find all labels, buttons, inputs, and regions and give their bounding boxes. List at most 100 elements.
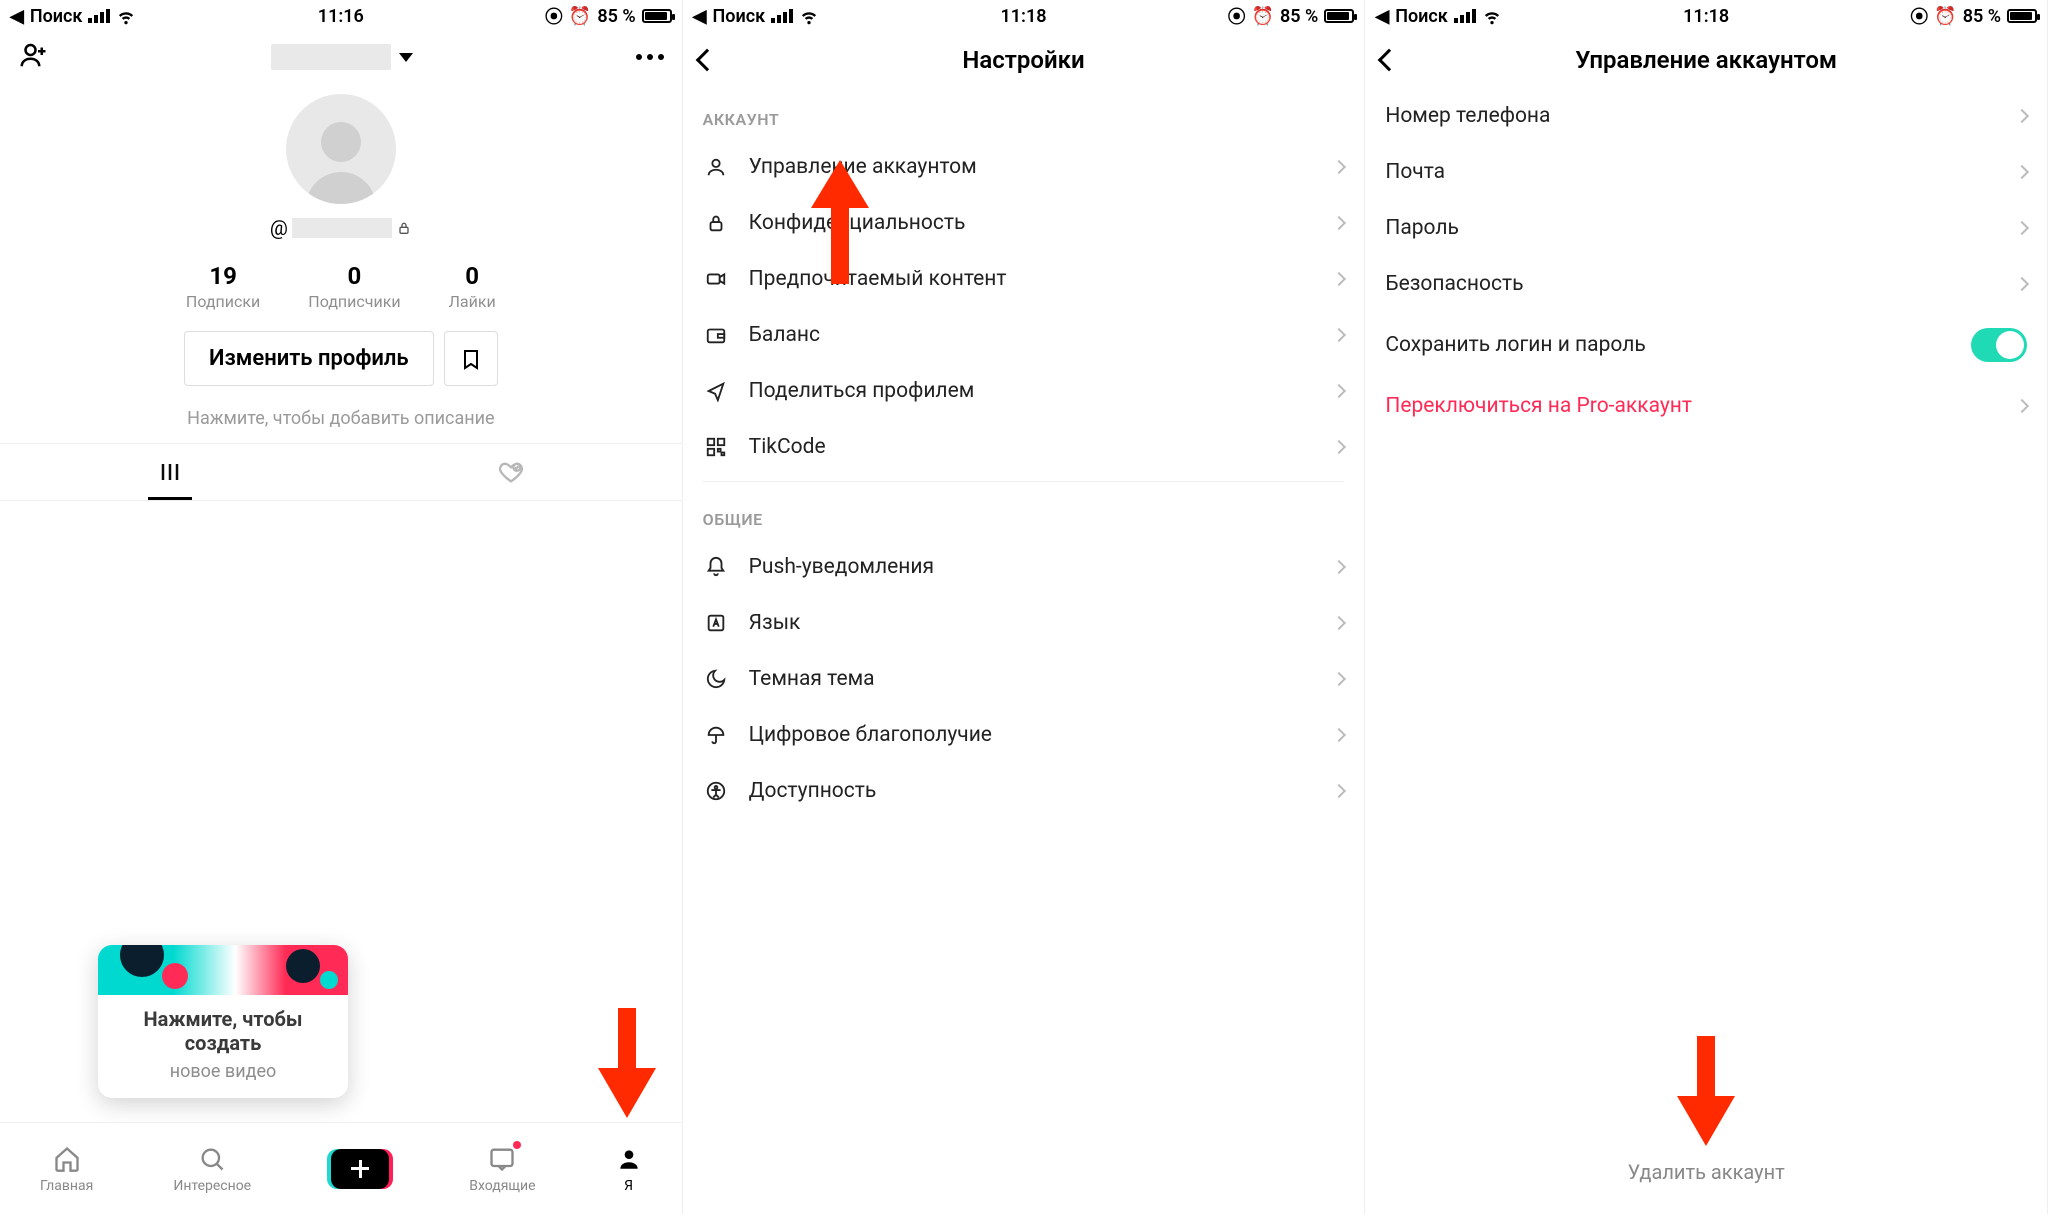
row-label: Почта [1385,160,1997,184]
chevron-right-icon [1332,328,1346,342]
row-privacy[interactable]: Конфиденциальность [683,195,1365,251]
row-label: Цифровое благополучие [749,723,1315,747]
row-content-pref[interactable]: Предпочитаемый контент [683,251,1365,307]
qrcode-icon [703,436,729,458]
tab-discover[interactable]: Интересное [173,1144,251,1194]
row-tikcode[interactable]: TikCode [683,419,1365,475]
row-label: Переключиться на Pro-аккаунт [1385,394,1997,418]
row-share-profile[interactable]: Поделиться профилем [683,363,1365,419]
plus-icon [331,1149,389,1189]
battery-pct: 85 % [1280,6,1318,27]
chevron-left-icon [695,49,718,72]
stat-followers[interactable]: 0 Подписчики [308,262,400,311]
tab-home-label: Главная [40,1178,93,1194]
stat-followers-num: 0 [308,262,400,290]
status-time: 11:18 [1000,6,1046,27]
row-push[interactable]: Push-уведомления [683,539,1365,595]
tab-inbox[interactable]: Входящие [469,1144,535,1194]
row-label: Конфиденциальность [749,211,1315,235]
row-phone[interactable]: Номер телефона [1365,88,2047,144]
tab-me-label: Я [624,1178,633,1194]
chevron-right-icon [1332,160,1346,174]
chevron-left-icon [1378,49,1401,72]
back-app-tri: ◀ [1375,6,1389,27]
wifi-icon [116,6,136,26]
stat-following[interactable]: 19 Подписки [186,262,260,311]
row-password[interactable]: Пароль [1365,200,2047,256]
screen-manage-account: ◀ Поиск 11:18 ⦿ ⏰ 85 % Управление аккаун… [1365,0,2048,1214]
row-label: Темная тема [749,667,1315,691]
row-label: Баланс [749,323,1315,347]
person-icon [703,156,729,178]
row-save-login[interactable]: Сохранить логин и пароль [1365,312,2047,378]
chevron-down-icon [399,53,413,62]
row-balance[interactable]: Баланс [683,307,1365,363]
battery-pct: 85 % [1963,6,2001,27]
tab-discover-label: Интересное [173,1178,251,1194]
row-security[interactable]: Безопасность [1365,256,2047,312]
stat-followers-lbl: Подписчики [308,292,400,311]
wallet-icon [703,324,729,346]
username-dropdown[interactable] [271,44,413,70]
add-bio-hint[interactable]: Нажмите, чтобы добавить описание [0,408,682,429]
tab-grid[interactable] [0,444,341,500]
row-manage-account[interactable]: Управление аккаунтом [683,139,1365,195]
chevron-right-icon [1332,216,1346,230]
row-label: Доступность [749,779,1315,803]
video-icon [703,268,729,290]
chevron-right-icon [2015,277,2029,291]
row-dark-mode[interactable]: Темная тема [683,651,1365,707]
signal-icon [771,9,793,23]
language-icon [703,612,729,634]
avatar[interactable] [286,94,396,204]
tooltip-line1a: Нажмите, чтобы [112,1007,334,1031]
row-digital-wellbeing[interactable]: Цифровое благополучие [683,707,1365,763]
chevron-right-icon [1332,384,1346,398]
wifi-icon [799,6,819,26]
bookmarks-button[interactable] [444,331,498,386]
row-switch-pro[interactable]: Переключиться на Pro-аккаунт [1365,378,2047,434]
stat-following-lbl: Подписки [186,292,260,311]
bottom-tabbar: Главная Интересное Входящие Я [0,1122,682,1214]
row-label: Push-уведомления [749,555,1315,579]
location-icon: ⦿ [1910,3,1928,29]
bell-icon [703,556,729,578]
tab-me[interactable]: Я [616,1144,642,1194]
row-accessibility[interactable]: Доступность [683,763,1365,819]
tab-home[interactable]: Главная [40,1144,93,1194]
row-label: Поделиться профилем [749,379,1315,403]
add-friends-button[interactable] [18,40,48,74]
more-options-button[interactable] [636,54,664,60]
page-title: Управление аккаунтом [1575,46,1837,74]
row-label: Номер телефона [1385,104,1997,128]
user-handle: @ [0,216,682,240]
row-label: Сохранить логин и пароль [1385,333,1951,357]
battery-icon [1324,9,1354,23]
delete-account-button[interactable]: Удалить аккаунт [1365,1160,2047,1184]
share-icon [703,380,729,402]
chevron-right-icon [2015,165,2029,179]
row-label: Язык [749,611,1315,635]
page-title: Настройки [962,46,1084,74]
chevron-right-icon [1332,728,1346,742]
back-app-label: Поиск [30,6,83,27]
edit-profile-button[interactable]: Изменить профиль [184,331,434,386]
battery-icon [642,9,672,23]
status-time: 11:16 [318,6,364,27]
chevron-right-icon [2015,109,2029,123]
back-app-label: Поиск [1395,6,1448,27]
stat-likes[interactable]: 0 Лайки [449,262,496,311]
alarm-icon: ⏰ [1252,6,1274,27]
tab-create[interactable] [331,1149,389,1189]
row-email[interactable]: Почта [1365,144,2047,200]
accessibility-icon [703,780,729,802]
alarm-icon: ⏰ [569,6,591,27]
back-button[interactable] [1381,52,1397,68]
back-button[interactable] [699,52,715,68]
row-language[interactable]: Язык [683,595,1365,651]
toggle-save-login[interactable] [1971,328,2027,362]
tab-liked[interactable] [341,444,682,500]
row-label: Управление аккаунтом [749,155,1315,179]
signal-icon [88,9,110,23]
notification-dot-icon [513,1141,521,1149]
